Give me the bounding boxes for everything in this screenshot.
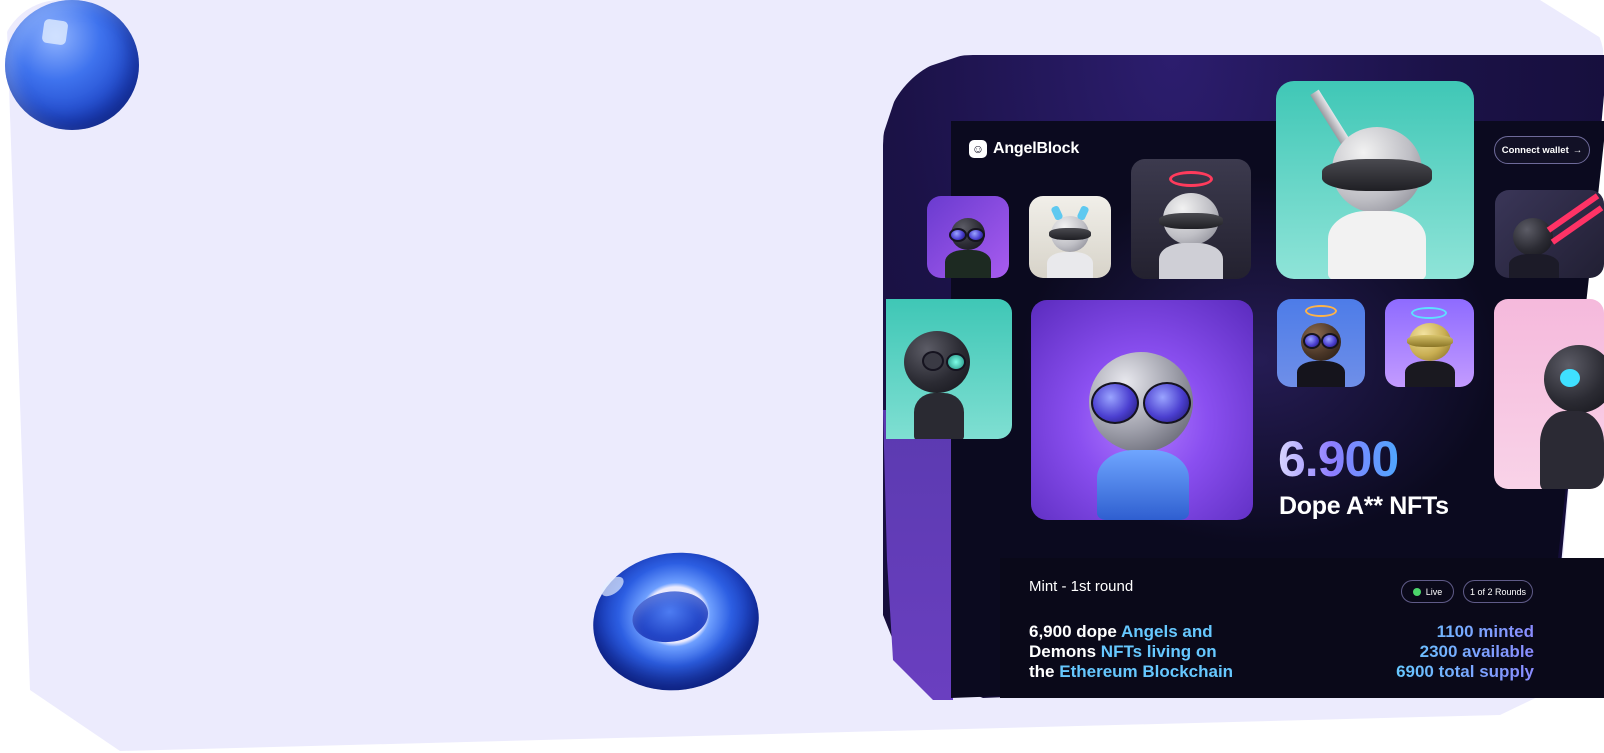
nft-body [1097, 450, 1189, 520]
available-count: 2300 available [1396, 642, 1534, 662]
sunglasses-icon [949, 228, 967, 242]
sunglasses-icon [1091, 382, 1139, 424]
x-eye-icon [922, 351, 944, 371]
nft-card-red-laser[interactable] [1495, 190, 1604, 278]
hero-count: 6.900 [1278, 431, 1399, 487]
nft-card-featured-silver[interactable] [1031, 300, 1253, 520]
sunglasses-icon [1321, 333, 1339, 349]
nft-body [1509, 254, 1559, 278]
brand[interactable]: ☺ AngelBlock [969, 140, 1079, 158]
nft-body [1328, 211, 1426, 279]
connect-wallet-label: Connect wallet [1501, 144, 1569, 156]
glossy-sphere-decoration [5, 0, 139, 130]
mint-title: Mint - 1st round [1029, 578, 1134, 595]
rounds-badge: 1 of 2 Rounds [1463, 580, 1533, 603]
horn-icon [1076, 204, 1090, 222]
halo-icon [1305, 305, 1337, 317]
live-dot-icon [1412, 587, 1421, 596]
nft-body [1047, 252, 1093, 278]
total-supply: 6900 total supply [1396, 662, 1534, 681]
minted-count: 1100 minted [1396, 622, 1534, 642]
mint-stats: 1100 minted 2300 available 6900 total su… [1396, 622, 1534, 682]
halo-icon [1169, 171, 1213, 187]
description-text: the [1029, 662, 1060, 681]
nft-card-crown[interactable] [1277, 299, 1365, 387]
description-highlight: Ethereum Blockchain [1059, 662, 1234, 681]
nft-body [1159, 243, 1223, 279]
skull-eye-icon [946, 353, 966, 371]
description-highlight: NFTs living on [1100, 642, 1217, 661]
description-text: Demons [1029, 642, 1101, 661]
nft-card-gold[interactable] [1385, 299, 1474, 387]
visor-icon [1322, 159, 1432, 191]
mint-description: 6,900 dope Angels and Demons NFTs living… [1029, 622, 1289, 682]
nft-body [945, 250, 991, 278]
nft-card-teal-dark[interactable] [886, 299, 1012, 439]
live-status-label: Live [1425, 586, 1443, 597]
frame-accent [883, 410, 953, 700]
description-text: 6,900 dope [1029, 622, 1121, 641]
nft-card-white-horned[interactable] [1029, 196, 1111, 278]
sunglasses-icon [1303, 333, 1321, 349]
visor-icon [1049, 228, 1091, 240]
hero-label: Dope A** NFTs [1279, 492, 1449, 520]
arrow-right-icon: → [1572, 144, 1583, 156]
nft-card-sword[interactable] [1276, 81, 1474, 279]
nft-body [914, 393, 964, 439]
rounds-label: 1 of 2 Rounds [1469, 586, 1527, 597]
sunglasses-icon [1143, 382, 1191, 424]
nft-card-pink[interactable] [1494, 299, 1604, 489]
visor-icon [1159, 213, 1223, 229]
brand-name: AngelBlock [993, 140, 1080, 157]
halo-icon [1411, 307, 1447, 319]
live-status-badge: Live [1401, 580, 1454, 603]
nft-card-neon-halo[interactable] [1131, 159, 1251, 279]
visor-icon [1407, 335, 1453, 347]
smiley-logo-icon: ☺ [969, 140, 987, 158]
nft-body [1540, 411, 1604, 489]
sunglasses-icon [967, 228, 985, 242]
glowing-eye-icon [1560, 369, 1580, 387]
nft-body [1297, 361, 1345, 387]
nft-body [1405, 361, 1455, 387]
nft-card-green-horned[interactable] [927, 196, 1009, 278]
nft-avatar [1513, 218, 1553, 256]
connect-wallet-button[interactable]: Connect wallet → [1494, 136, 1590, 164]
description-highlight: Angels and [1120, 622, 1213, 641]
